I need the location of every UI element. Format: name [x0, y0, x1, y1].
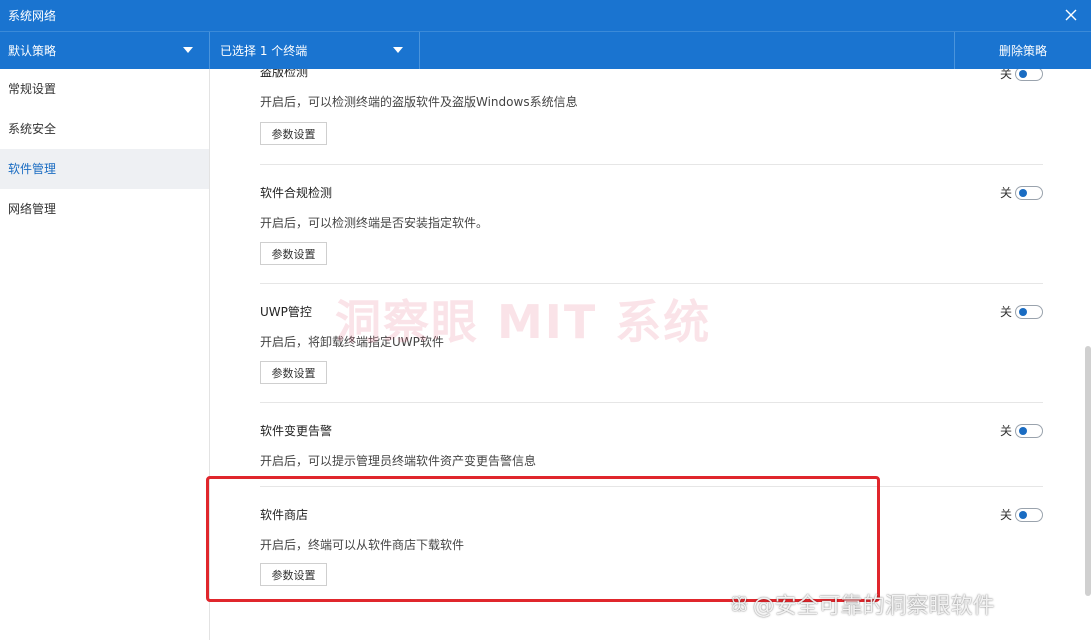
setting-section-piracy-detection: 盗版检测 关 开启后，可以检测终端的盗版软件及盗版Windows系统信息 参数设…	[260, 69, 1043, 165]
sidebar-item-label: 网络管理	[8, 202, 57, 216]
toolbar-spacer	[420, 32, 955, 69]
setting-section-software-compliance: 软件合规检测 关 开启后，可以检测终端是否安装指定软件。 参数设置	[260, 165, 1043, 284]
close-icon[interactable]	[1059, 3, 1083, 27]
endpoint-dropdown[interactable]: 已选择 1 个终端	[210, 32, 420, 69]
parameter-settings-button[interactable]: 参数设置	[260, 242, 327, 265]
delete-policy-label: 删除策略	[998, 44, 1047, 58]
toggle-group: 关	[1000, 422, 1043, 439]
software-store-toggle[interactable]	[1015, 507, 1043, 522]
section-description: 开启后，可以检测终端是否安装指定软件。	[260, 216, 489, 230]
section-title: UWP管控	[260, 305, 312, 319]
section-title: 盗版检测	[260, 69, 309, 79]
highlight-box	[206, 476, 880, 602]
watermark-text: 洞察眼 MIT 系统	[335, 295, 712, 349]
toggle-group: 关	[1000, 303, 1043, 320]
toggle-group: 关	[1000, 69, 1043, 82]
toggle-knob	[1019, 426, 1027, 435]
policy-toolbar: 默认策略 已选择 1 个终端 删除策略	[0, 31, 1091, 69]
parameter-settings-button[interactable]: 参数设置	[260, 361, 327, 384]
toggle-state-label: 关	[999, 305, 1012, 319]
sidebar-item-label: 软件管理	[8, 162, 57, 176]
section-description: 开启后，可以检测终端的盗版软件及盗版Windows系统信息	[260, 95, 578, 109]
toggle-group: 关	[1000, 506, 1043, 523]
toggle-state-label: 关	[999, 69, 1012, 81]
toggle-knob	[1019, 510, 1027, 519]
toggle-group: 关	[1000, 184, 1043, 201]
uwp-control-toggle[interactable]	[1015, 304, 1043, 319]
toggle-state-label: 关	[999, 186, 1012, 200]
chevron-down-icon	[393, 47, 403, 53]
brand-logo-icon: ꕥ	[730, 592, 749, 616]
credit-watermark: ꕥ @安全可靠的洞察眼软件	[730, 588, 995, 620]
parameter-settings-button[interactable]: 参数设置	[260, 122, 327, 145]
toggle-state-label: 关	[999, 508, 1012, 522]
toggle-state-label: 关	[999, 424, 1012, 438]
software-change-alert-toggle[interactable]	[1015, 423, 1043, 438]
window-titlebar: 系统网络	[0, 0, 1091, 31]
section-description: 开启后，可以提示管理员终端软件资产变更告警信息	[260, 454, 537, 468]
vertical-scrollbar[interactable]	[1085, 346, 1091, 596]
toggle-knob	[1019, 69, 1027, 78]
policy-dropdown-label: 默认策略	[8, 44, 57, 58]
sidebar-item-network-management[interactable]: 网络管理	[0, 189, 209, 229]
sidebar-item-label: 常规设置	[8, 82, 57, 96]
sidebar-nav: 常规设置 系统安全 软件管理 网络管理	[0, 69, 210, 640]
endpoint-dropdown-label: 已选择 1 个终端	[220, 44, 308, 58]
sidebar-item-software-management[interactable]: 软件管理	[0, 149, 209, 189]
delete-policy-button[interactable]: 删除策略	[955, 32, 1091, 69]
software-compliance-toggle[interactable]	[1015, 185, 1043, 200]
piracy-detection-toggle[interactable]	[1015, 69, 1043, 81]
chevron-down-icon	[183, 47, 193, 53]
toggle-knob	[1019, 188, 1027, 197]
toggle-knob	[1019, 307, 1027, 316]
policy-dropdown[interactable]: 默认策略	[0, 32, 210, 69]
section-title: 软件变更告警	[260, 424, 333, 438]
sidebar-item-system-security[interactable]: 系统安全	[0, 109, 209, 149]
credit-text: @安全可靠的洞察眼软件	[752, 594, 995, 619]
sidebar-item-general[interactable]: 常规设置	[0, 69, 209, 109]
setting-section-software-change-alert: 软件变更告警 关 开启后，可以提示管理员终端软件资产变更告警信息	[260, 403, 1043, 487]
section-title: 软件合规检测	[260, 186, 333, 200]
window-title: 系统网络	[8, 9, 57, 23]
sidebar-item-label: 系统安全	[8, 122, 57, 136]
